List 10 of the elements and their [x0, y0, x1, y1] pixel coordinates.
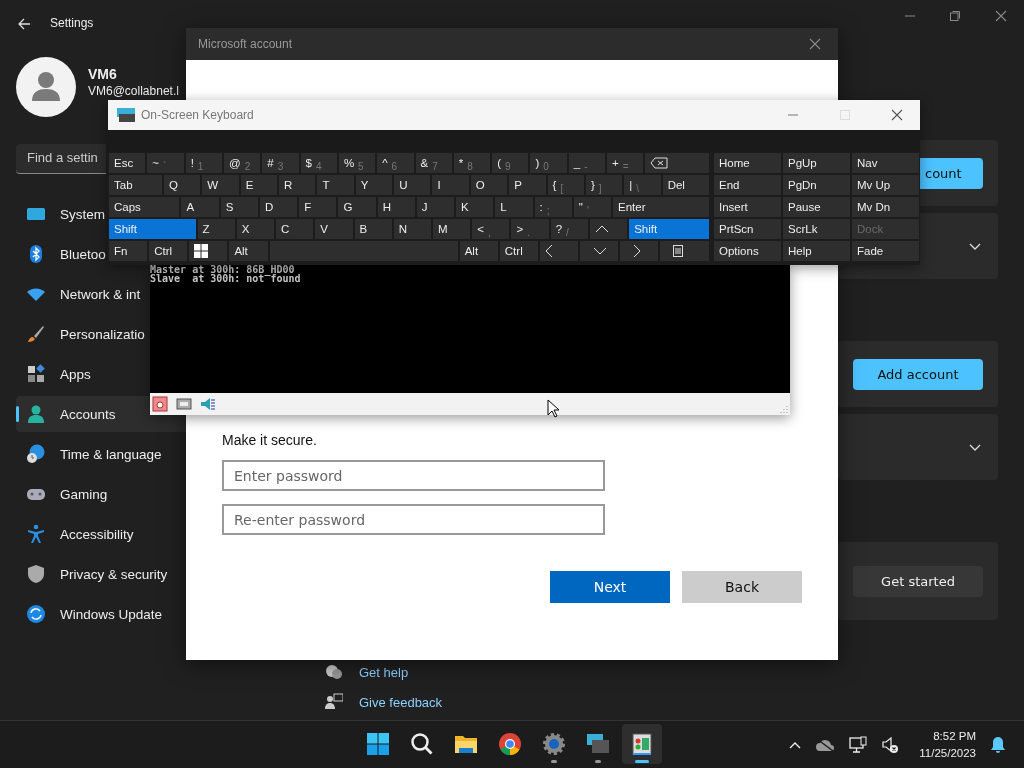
- profile-name: VM6: [88, 66, 117, 82]
- time-text: 8:52 PM: [933, 728, 976, 744]
- window-title: Settings: [50, 16, 94, 30]
- date-text: 11/25/2023: [919, 745, 976, 761]
- profile-email: VM6@collabnet.l: [88, 85, 179, 98]
- window-title: On-Screen Keyboard: [141, 108, 255, 122]
- prompt-text: Make it secure.: [222, 432, 318, 448]
- console-line: Master at 300h: 86B_HD00: [150, 265, 295, 274]
- console-line: Slave at 300h: not found: [150, 274, 302, 283]
- dialog-title: Microsoft account: [198, 37, 294, 51]
